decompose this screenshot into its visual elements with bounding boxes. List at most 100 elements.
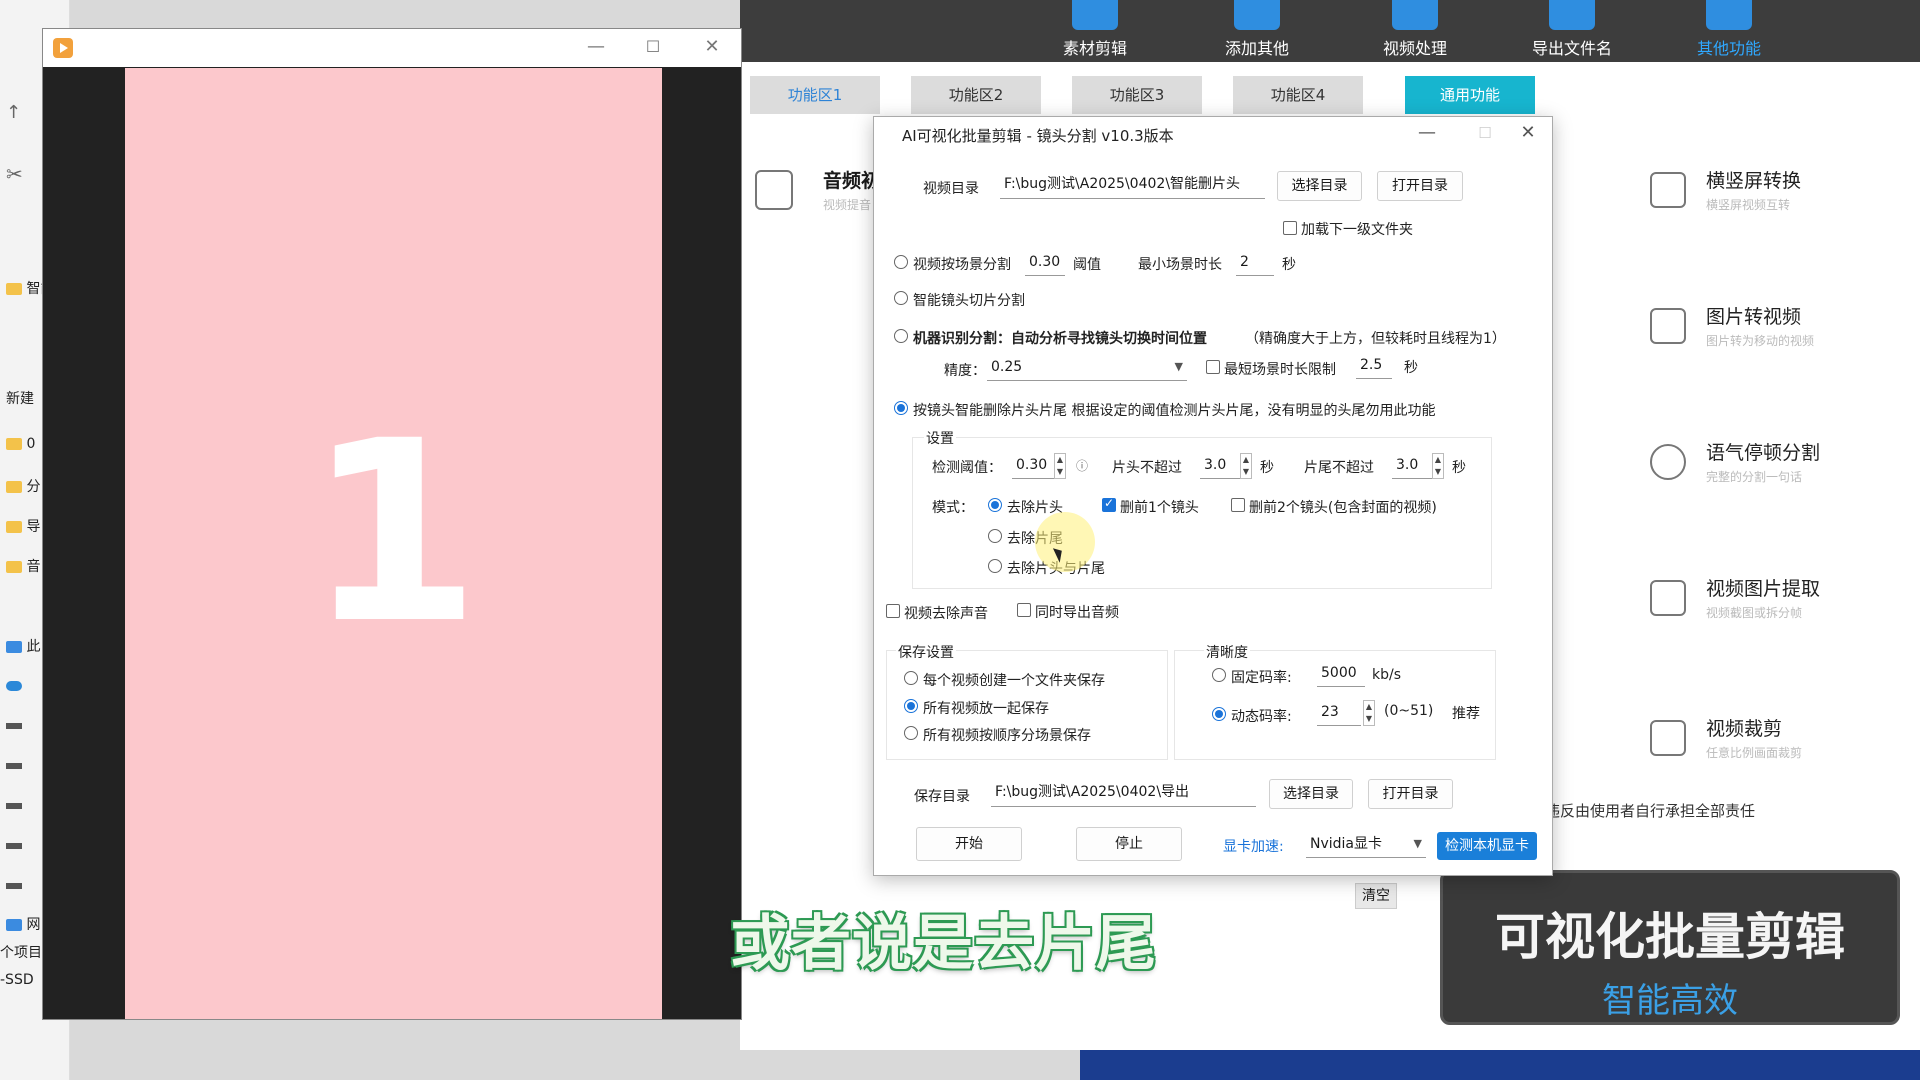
drive-icon[interactable]: [6, 878, 22, 894]
toolbar-video-process[interactable]: 视频处理: [1360, 0, 1470, 59]
explorer-item[interactable]: 此: [6, 636, 40, 656]
seconds-unit: 秒: [1282, 257, 1296, 273]
save-by-scene-radio[interactable]: [904, 726, 918, 740]
explorer-item[interactable]: 网: [6, 914, 40, 934]
scene-split-radio[interactable]: [894, 255, 908, 269]
smart-split-radio[interactable]: [894, 291, 908, 305]
mode-remove-head-radio[interactable]: [988, 498, 1002, 512]
min-scene-input[interactable]: 2: [1236, 250, 1274, 276]
minimize-icon[interactable]: —: [1405, 119, 1449, 147]
drive-icon[interactable]: [6, 718, 22, 734]
feature-video-crop[interactable]: 视频裁剪 任意比例画面裁剪: [1640, 714, 1920, 774]
close-icon[interactable]: ✕: [1506, 119, 1550, 147]
scene-threshold-input[interactable]: 0.30: [1025, 250, 1065, 276]
toolbar-export-filename[interactable]: 导出文件名: [1517, 0, 1627, 59]
explorer-item[interactable]: 新建: [6, 388, 34, 408]
stop-button[interactable]: 停止: [1076, 827, 1182, 861]
minimize-icon[interactable]: —: [579, 33, 613, 63]
up-arrow-icon[interactable]: ↑: [6, 102, 21, 123]
save-dir-input[interactable]: F:\bug测试\A2025\0402\导出: [991, 779, 1256, 807]
machine-split-radio[interactable]: [894, 329, 908, 343]
precision-combo[interactable]: 0.25 ▼: [987, 355, 1187, 381]
toolbar-other-functions[interactable]: 其他功能: [1674, 0, 1784, 59]
tab-general[interactable]: 通用功能: [1405, 76, 1535, 114]
fixed-bitrate-input[interactable]: 5000: [1317, 661, 1365, 687]
tab-area-1[interactable]: 功能区1: [750, 76, 880, 114]
dynamic-bitrate-stepper[interactable]: ▲ ▼: [1363, 700, 1375, 726]
drive-icon[interactable]: [6, 798, 22, 814]
tab-area-3[interactable]: 功能区3: [1072, 76, 1202, 114]
fixed-bitrate-radio[interactable]: [1212, 668, 1226, 682]
delete-two-shots-checkbox[interactable]: [1231, 498, 1245, 512]
video-player-window: — ☐ ✕ 1: [42, 28, 742, 1020]
min-scene-limit-label: 最短场景时长限制: [1224, 362, 1336, 378]
pc-icon: [6, 641, 22, 653]
feature-image-to-video[interactable]: 图片转视频 图片转为移动的视频: [1640, 302, 1920, 362]
tail-limit-input[interactable]: 3.0: [1392, 453, 1432, 479]
feature-orientation-convert[interactable]: 横竖屏转换 横竖屏视频互转: [1640, 166, 1920, 226]
bitrate-range: (0~51): [1384, 703, 1434, 719]
drive-icon[interactable]: [6, 838, 22, 854]
dynamic-bitrate-input[interactable]: 23: [1317, 700, 1361, 726]
save-dir-select-button[interactable]: 选择目录: [1269, 779, 1353, 809]
explorer-item[interactable]: 0: [6, 436, 35, 452]
video-dir-open-button[interactable]: 打开目录: [1377, 171, 1463, 201]
min-scene-limit-input[interactable]: 2.5: [1356, 353, 1392, 379]
scissors-icon[interactable]: ✂: [6, 162, 23, 186]
min-scene-limit-checkbox[interactable]: [1206, 360, 1220, 374]
video-dir-input[interactable]: F:\bug测试\A2025\0402\智能删片头: [1000, 171, 1265, 199]
video-dir-label: 视频目录: [923, 181, 979, 197]
load-subfolder-checkbox[interactable]: [1283, 221, 1297, 235]
explorer-item[interactable]: 导: [6, 516, 40, 536]
maximize-icon[interactable]: ☐: [636, 33, 670, 63]
cloud-icon[interactable]: [6, 678, 22, 694]
save-per-folder-radio[interactable]: [904, 671, 918, 685]
maximize-icon[interactable]: ☐: [1463, 119, 1507, 147]
folder-icon: [6, 438, 22, 450]
image-icon: [1650, 580, 1686, 616]
detect-threshold-input[interactable]: 0.30: [1012, 453, 1054, 479]
delete-first-shot-checkbox[interactable]: [1102, 496, 1116, 512]
head-limit-input[interactable]: 3.0: [1200, 453, 1240, 479]
mode-remove-both-radio[interactable]: [988, 559, 1002, 573]
tab-area-2[interactable]: 功能区2: [911, 76, 1041, 114]
promo-banner: 可视化批量剪辑 智能高效: [1440, 870, 1900, 1025]
clear-button[interactable]: 清空: [1355, 883, 1397, 909]
seconds-unit: 秒: [1452, 460, 1466, 476]
folder-icon: [6, 561, 22, 573]
player-titlebar: — ☐ ✕: [43, 29, 741, 67]
video-frame[interactable]: 1: [125, 68, 662, 1019]
save-by-scene-label: 所有视频按顺序分场景保存: [923, 728, 1091, 744]
toolbar-material-edit[interactable]: 素材剪辑: [1040, 0, 1150, 59]
crop-icon: [1650, 720, 1686, 756]
start-button[interactable]: 开始: [916, 827, 1022, 861]
scene-split-label: 视频按场景分割: [913, 257, 1011, 273]
explorer-item[interactable]: 分: [6, 476, 40, 496]
toolbar-add-other[interactable]: 添加其他: [1202, 0, 1312, 59]
head-limit-label: 片头不超过: [1112, 460, 1182, 476]
detect-gpu-button[interactable]: 检测本机显卡: [1437, 832, 1537, 860]
remove-audio-checkbox[interactable]: [886, 604, 900, 618]
head-stepper[interactable]: ▲ ▼: [1240, 453, 1252, 479]
tab-area-4[interactable]: 功能区4: [1233, 76, 1363, 114]
mode-remove-tail-radio[interactable]: [988, 529, 1002, 543]
image-video-icon: [1650, 308, 1686, 344]
dynamic-bitrate-radio[interactable]: [1212, 707, 1226, 721]
feature-frame-extract[interactable]: 视频图片提取 视频截图或拆分帧: [1640, 574, 1920, 634]
export-audio-checkbox[interactable]: [1017, 603, 1031, 617]
feature-pause-split[interactable]: 语气停顿分割 完整的分割一句话: [1640, 438, 1920, 498]
tail-stepper[interactable]: ▲ ▼: [1432, 453, 1444, 479]
sliders-icon: [1392, 0, 1438, 30]
dynamic-bitrate-label: 动态码率:: [1231, 709, 1292, 725]
video-dir-select-button[interactable]: 选择目录: [1277, 171, 1362, 201]
close-icon[interactable]: ✕: [695, 33, 729, 63]
drive-icon[interactable]: [6, 758, 22, 774]
save-together-radio[interactable]: [904, 699, 918, 713]
save-dir-open-button[interactable]: 打开目录: [1368, 779, 1453, 809]
delete-two-shots-label: 删前2个镜头(包含封面的视频): [1249, 500, 1437, 516]
help-icon[interactable]: ⓘ: [1076, 457, 1088, 474]
gpu-select[interactable]: Nvidia显卡 ▼: [1306, 832, 1426, 858]
threshold-stepper[interactable]: ▲ ▼: [1054, 453, 1066, 479]
head-tail-radio[interactable]: [894, 401, 908, 415]
explorer-item[interactable]: 音: [6, 556, 40, 576]
